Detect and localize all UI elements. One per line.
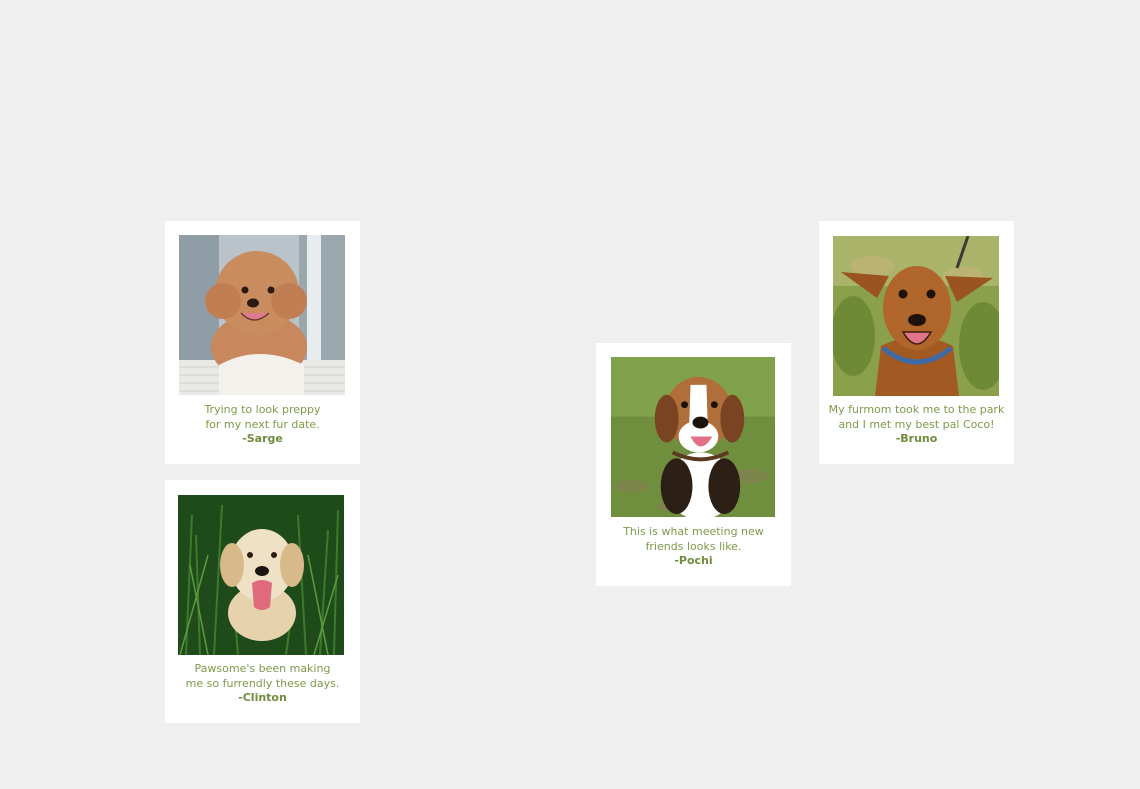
caption-author: -Sarge: [242, 432, 283, 445]
card-caption: My furmom took me to the park and I met …: [819, 403, 1014, 447]
caption-line-1: My furmom took me to the park: [828, 403, 1005, 416]
miniature-pinscher-photo: [833, 236, 999, 396]
poodle-photo: [179, 235, 345, 395]
caption-line-1: Trying to look preppy: [204, 403, 321, 416]
caption-author: -Bruno: [895, 432, 938, 445]
photo-card-clinton[interactable]: Pawsome's been making me so furrendly th…: [165, 480, 360, 723]
caption-line-2: friends looks like.: [645, 539, 742, 553]
photo-card-pochi[interactable]: This is what meeting new friends looks l…: [596, 343, 791, 586]
caption-line-1: This is what meeting new: [623, 525, 764, 538]
photo-card-sarge[interactable]: Trying to look preppy for my next fur da…: [165, 221, 360, 464]
caption-line-2: and I met my best pal Coco!: [838, 417, 995, 431]
caption-line-1: Pawsome's been making: [194, 662, 331, 675]
caption-author: -Clinton: [238, 691, 287, 704]
photo-card-bruno[interactable]: My furmom took me to the park and I met …: [819, 221, 1014, 464]
card-caption: Pawsome's been making me so furrendly th…: [165, 662, 360, 706]
caption-line-2: for my next fur date.: [205, 417, 320, 431]
card-caption: This is what meeting new friends looks l…: [596, 525, 791, 569]
caption-line-2: me so furrendly these days.: [185, 676, 340, 690]
beagle-photo: [610, 357, 775, 518]
golden-retriever-photo: [178, 495, 344, 655]
card-caption: Trying to look preppy for my next fur da…: [165, 403, 360, 447]
caption-author: -Pochi: [674, 554, 713, 567]
